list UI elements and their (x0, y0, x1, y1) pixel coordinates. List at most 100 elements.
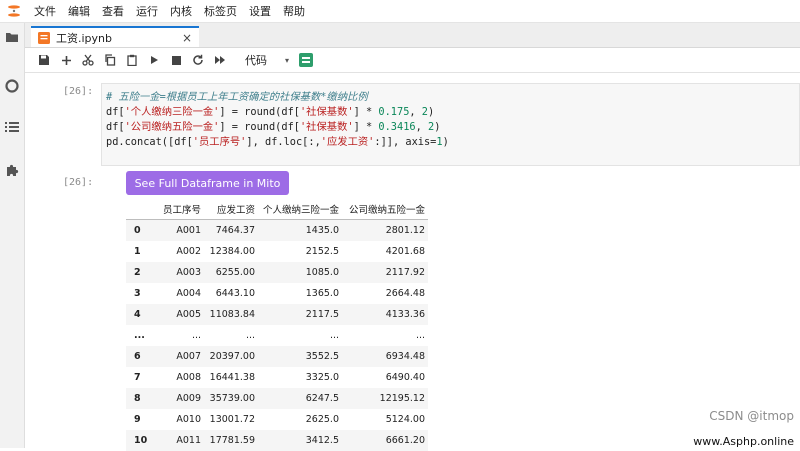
table-cell: 2152.5 (305, 246, 339, 257)
tab-close-icon[interactable]: × (182, 31, 192, 45)
index-header (126, 199, 154, 220)
code-line-4: pd.concat([df['员工序号'], df.loc[:,'应发工资':]… (106, 136, 449, 148)
cell-type-value: 代码 (245, 54, 267, 67)
code-line-3: df['公司缴纳五险一金'] = round(df['社保基数'] * 0.34… (106, 121, 441, 133)
row-index: 6 (126, 346, 154, 367)
paste-icon[interactable] (121, 49, 143, 71)
table-cell: 2664.48 (385, 288, 425, 299)
csdn-watermark: CSDN @itmop (709, 409, 794, 423)
table-cell: 1435.0 (258, 219, 342, 241)
format-code-icon[interactable] (299, 53, 314, 67)
row-index: 3 (134, 288, 141, 299)
table-header-row: 员工序号 应发工资 个人缴纳三险一金 公司缴纳五险一金 (126, 199, 428, 220)
table-cell: 2117.92 (342, 262, 428, 283)
table-cell: A004 (176, 288, 201, 299)
menu-edit[interactable]: 编辑 (62, 3, 96, 19)
row-index: 4 (126, 304, 154, 325)
row-index: 0 (126, 219, 154, 241)
table-cell: A005 (154, 304, 204, 325)
tab-notebook[interactable]: 工资.ipynb × (31, 26, 199, 47)
column-header: 应发工资 (204, 199, 258, 220)
table-cell: A007 (154, 346, 204, 367)
table-cell: 4201.68 (385, 246, 425, 257)
row-index: 8 (126, 388, 154, 409)
table-cell: 2117.5 (258, 304, 342, 325)
column-header: 个人缴纳三险一金 (258, 199, 342, 220)
table-row: 2 A003 6255.00 1085.0 2117.92 (126, 262, 428, 283)
tab-label: 工资.ipynb (56, 31, 112, 45)
table-row: 7 A008 16441.38 3325.0 6490.40 (126, 367, 428, 388)
table-row-ellipsis: ............... (126, 325, 428, 346)
menu-help[interactable]: 帮助 (277, 3, 311, 19)
cut-icon[interactable] (77, 49, 99, 71)
row-index: 7 (134, 372, 141, 383)
table-row: 6 A007 20397.00 3552.5 6934.48 (126, 346, 428, 367)
code-line-2: df['个人缴纳三险一金'] = round(df['社保基数'] * 0.17… (106, 106, 435, 118)
tab-bar: 工资.ipynb × (25, 23, 800, 48)
dataframe-table: 员工序号 应发工资 个人缴纳三险一金 公司缴纳五险一金 0 A001 7464.37… (126, 199, 428, 451)
table-cell: A001 (154, 219, 204, 241)
table-cell: 16441.38 (209, 372, 255, 383)
folder-icon[interactable] (4, 29, 20, 45)
row-index: 2 (126, 262, 154, 283)
table-cell: A003 (154, 262, 204, 283)
table-cell: 3552.5 (258, 346, 342, 367)
notebook-area: 工资.ipynb × 代码 ▾ [26]: # 五险一金=根据员工上年工资确定的… (25, 23, 800, 451)
table-cell: 2625.0 (305, 414, 339, 425)
table-row: 1 A002 12384.00 2152.5 4201.68 (126, 241, 428, 262)
copy-icon[interactable] (99, 49, 121, 71)
see-full-dataframe-button[interactable]: See Full Dataframe in Mito (126, 171, 289, 195)
notebook-toolbar: 代码 ▾ (25, 48, 800, 73)
save-icon[interactable] (33, 49, 55, 71)
menu-view[interactable]: 查看 (96, 3, 130, 19)
table-cell: 6934.48 (342, 346, 428, 367)
stop-icon[interactable] (165, 49, 187, 71)
table-cell: 12384.00 (209, 246, 255, 257)
site-watermark: www.Asphp.online (691, 435, 796, 448)
menu-run[interactable]: 运行 (130, 3, 164, 19)
table-cell: ... (191, 330, 201, 341)
table-row: 4 A005 11083.84 2117.5 4133.36 (126, 304, 428, 325)
extensions-puzzle-icon[interactable] (4, 162, 20, 178)
column-header: 员工序号 (154, 199, 204, 220)
table-cell: 5124.00 (385, 414, 425, 425)
table-cell: ... (415, 330, 425, 341)
table-cell: 35739.00 (204, 388, 258, 409)
table-cell: 1365.0 (305, 288, 339, 299)
table-cell: A008 (176, 372, 201, 383)
running-kernels-icon[interactable] (4, 78, 20, 94)
restart-icon[interactable] (187, 49, 209, 71)
table-row: 9 A010 13001.72 2625.0 5124.00 (126, 409, 428, 430)
input-prompt: [26]: (63, 86, 94, 97)
menu-kernel[interactable]: 内核 (164, 3, 198, 19)
table-cell: A010 (176, 414, 201, 425)
table-of-contents-icon[interactable] (4, 119, 20, 135)
table-cell: 20397.00 (204, 346, 258, 367)
table-cell: A002 (176, 246, 201, 257)
fast-forward-icon[interactable] (209, 49, 231, 71)
menu-settings[interactable]: 设置 (243, 3, 277, 19)
table-row: 0 A001 7464.37 1435.0 2801.12 (126, 219, 428, 241)
table-cell: 11083.84 (204, 304, 258, 325)
row-index: 1 (134, 246, 141, 257)
table-cell: ... (245, 330, 255, 341)
table-cell: 2801.12 (342, 219, 428, 241)
table-cell: 7464.37 (204, 219, 258, 241)
menu-tabs[interactable]: 标签页 (198, 3, 243, 19)
table-cell: 4133.36 (342, 304, 428, 325)
code-editor[interactable]: # 五险一金=根据员工上年工资确定的社保基数*缴纳比例 df['个人缴纳三险一金… (101, 83, 800, 166)
left-sidebar (0, 23, 25, 448)
run-icon[interactable] (143, 49, 165, 71)
menu-bar: 文件 编辑 查看 运行 内核 标签页 设置 帮助 (0, 0, 800, 23)
table-cell: 13001.72 (209, 414, 255, 425)
column-header: 公司缴纳五险一金 (342, 199, 428, 220)
menu-file[interactable]: 文件 (28, 3, 62, 19)
chevron-down-icon: ▾ (285, 55, 290, 65)
insert-cell-icon[interactable] (55, 49, 77, 71)
table-cell: 6443.10 (215, 288, 255, 299)
table-cell: 6255.00 (204, 262, 258, 283)
table-cell: 1085.0 (258, 262, 342, 283)
row-index: ... (134, 330, 145, 341)
cell-type-select[interactable]: 代码 ▾ (245, 52, 289, 68)
jupyter-logo-icon (0, 0, 28, 22)
